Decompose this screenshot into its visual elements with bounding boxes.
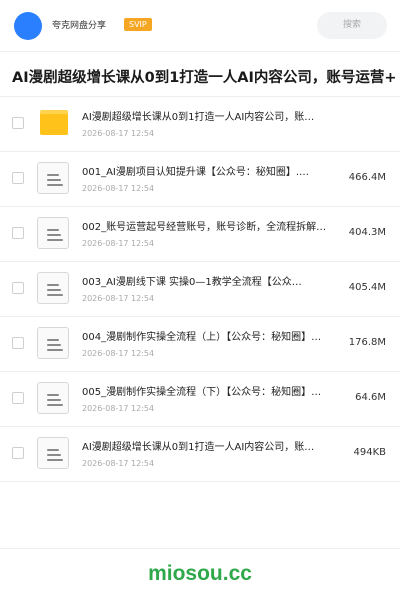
list-item[interactable]: 003_AI漫剧线下课 实操0—1教学全流程【公众… 2026-08-17 12…	[0, 262, 400, 317]
checkbox[interactable]	[12, 172, 24, 184]
file-name: 004_漫剧制作实操全流程（上）【公众号：秘知圈】…	[82, 332, 322, 343]
checkbox[interactable]	[12, 447, 24, 459]
file-date: 2026-08-17 12:54	[82, 184, 155, 193]
file-name: 003_AI漫剧线下课 实操0—1教学全流程【公众…	[82, 277, 302, 288]
file-date: 2026-08-17 12:54	[82, 404, 155, 413]
file-date: 2026-08-17 12:54	[82, 459, 155, 468]
file-name: 005_漫剧制作实操全流程（下）【公众号：秘知圈】…	[82, 387, 322, 398]
file-size: 494KB	[353, 447, 386, 458]
search-input[interactable]: 搜索	[317, 12, 387, 39]
file-list: AI漫剧超级增长课从0到1打造一人AI内容公司，账… 2026-08-17 12…	[0, 96, 400, 482]
document-icon	[37, 437, 69, 469]
document-icon	[37, 382, 69, 414]
file-size: 405.4M	[348, 282, 386, 293]
list-item[interactable]: 004_漫剧制作实操全流程（上）【公众号：秘知圈】… 2026-08-17 12…	[0, 317, 400, 372]
app-name: 夸克网盘分享	[52, 21, 107, 31]
file-date: 2026-08-17 12:54	[82, 349, 155, 358]
file-size: 404.3M	[348, 227, 386, 238]
folder-icon	[40, 110, 68, 135]
svip-badge: SVIP	[124, 18, 152, 31]
file-name: 001_AI漫剧项目认知提升课【公众号：秘知圈】.…	[82, 167, 310, 178]
checkbox[interactable]	[12, 282, 24, 294]
footer: miosou.cc	[0, 548, 400, 600]
file-name: AI漫剧超级增长课从0到1打造一人AI内容公司，账…	[82, 112, 315, 123]
file-name: 002_账号运营起号经营账号，账号诊断，全流程拆解…	[82, 222, 327, 233]
list-item[interactable]: AI漫剧超级增长课从0到1打造一人AI内容公司，账… 2026-08-17 12…	[0, 427, 400, 482]
avatar[interactable]	[14, 12, 42, 40]
checkbox[interactable]	[12, 392, 24, 404]
file-size: 176.8M	[348, 337, 386, 348]
list-item[interactable]: 001_AI漫剧项目认知提升课【公众号：秘知圈】.… 2026-08-17 12…	[0, 152, 400, 207]
list-item[interactable]: 002_账号运营起号经营账号，账号诊断，全流程拆解… 2026-08-17 12…	[0, 207, 400, 262]
file-name: AI漫剧超级增长课从0到1打造一人AI内容公司，账…	[82, 442, 315, 453]
header: 夸克网盘分享 SVIP 搜索	[0, 0, 400, 52]
checkbox[interactable]	[12, 117, 24, 129]
checkbox[interactable]	[12, 227, 24, 239]
document-icon	[37, 327, 69, 359]
file-size: 64.6M	[355, 392, 386, 403]
page-title: AI漫剧超级增长课从0到1打造一人AI内容公司，账号运营+	[12, 70, 397, 86]
document-icon	[37, 217, 69, 249]
file-date: 2026-08-17 12:54	[82, 294, 155, 303]
file-size: 466.4M	[348, 172, 386, 183]
file-date: 2026-08-17 12:54	[82, 239, 155, 248]
list-item[interactable]: AI漫剧超级增长课从0到1打造一人AI内容公司，账… 2026-08-17 12…	[0, 97, 400, 152]
checkbox[interactable]	[12, 337, 24, 349]
list-item[interactable]: 005_漫剧制作实操全流程（下）【公众号：秘知圈】… 2026-08-17 12…	[0, 372, 400, 427]
document-icon	[37, 162, 69, 194]
brand-watermark: miosou.cc	[148, 562, 252, 585]
document-icon	[37, 272, 69, 304]
file-date: 2026-08-17 12:54	[82, 129, 155, 138]
